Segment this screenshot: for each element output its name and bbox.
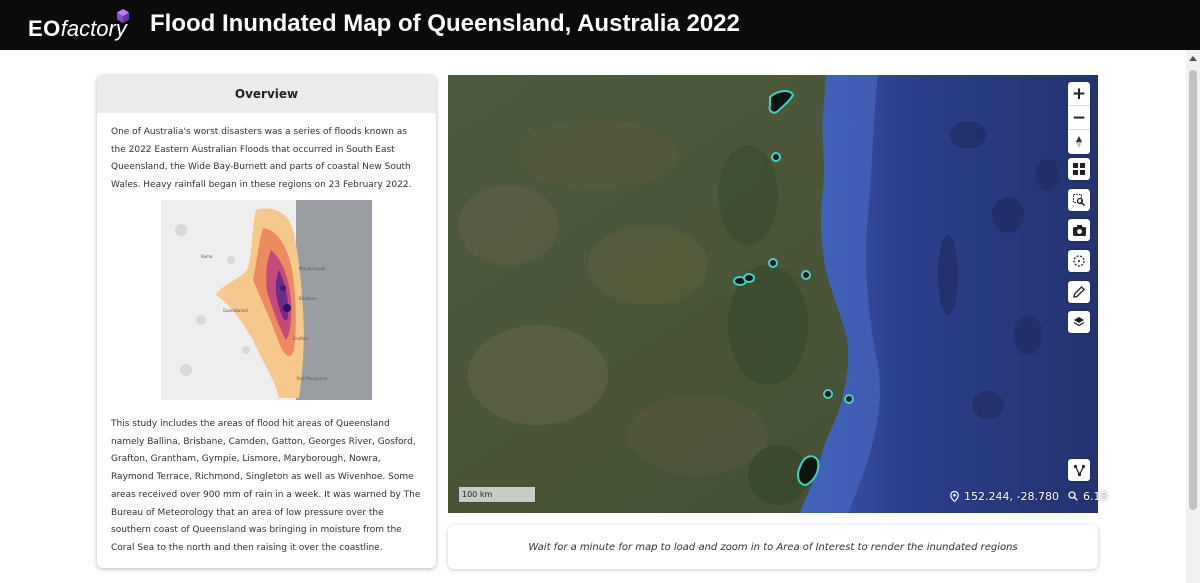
satellite-basemap[interactable]: [448, 75, 1098, 513]
eofactory-logo[interactable]: EO factory: [28, 9, 129, 42]
overview-paragraph-study: This study includes the areas of flood h…: [111, 419, 421, 553]
svg-text:Goondiwindi: Goondiwindi: [223, 308, 248, 313]
zoom-level-icon: [1068, 491, 1078, 501]
reset-north-button[interactable]: [1068, 130, 1090, 154]
scroll-thumb[interactable]: [1189, 70, 1197, 510]
flood-region-8[interactable]: [844, 394, 854, 404]
map-coordinates-readout: 152.244, -28.780 6.18: [950, 487, 1107, 505]
scale-label: 100 km: [462, 490, 493, 499]
svg-text:Brisbane: Brisbane: [299, 296, 317, 301]
overview-paragraph-intro: One of Australia's worst disasters was a…: [111, 127, 412, 191]
camera-icon: [1072, 224, 1086, 236]
page-scrollbar[interactable]: [1186, 50, 1200, 583]
screenshot-button[interactable]: [1068, 219, 1090, 241]
overview-panel: Overview One of Australia's worst disast…: [97, 75, 436, 568]
rainfall-map-image: Roma Goondiwindi Maryborough Brisbane Gr…: [161, 200, 372, 400]
layers-button[interactable]: [1068, 311, 1090, 333]
svg-text:Port Macquarie: Port Macquarie: [297, 376, 328, 381]
flood-region-2[interactable]: [771, 152, 781, 162]
loading-message-box: Wait for a minute for map to load and zo…: [448, 525, 1098, 569]
map-scale-bar: 100 km: [458, 487, 536, 503]
scroll-up-icon[interactable]: [1189, 56, 1197, 61]
loading-message: Wait for a minute for map to load and zo…: [528, 541, 1018, 553]
select-zoom-icon: [1073, 194, 1085, 206]
svg-text:Roma: Roma: [201, 254, 213, 259]
flood-region-5[interactable]: [743, 273, 755, 283]
zoom-level-value: 6.18: [1082, 489, 1108, 503]
area-zoom-button[interactable]: [1068, 189, 1090, 211]
plus-icon: +: [1071, 83, 1087, 104]
measure-button[interactable]: [1068, 250, 1090, 272]
app-header: EO factory Flood Inundated Map of Queensl…: [0, 0, 1200, 50]
flood-region-3[interactable]: [768, 258, 778, 268]
dashed-circle-icon: [1073, 255, 1085, 267]
flood-region-7[interactable]: [823, 389, 833, 399]
logo-text-bold: EO: [28, 16, 61, 41]
overview-heading: Overview: [97, 75, 436, 113]
svg-text:Maryborough: Maryborough: [299, 266, 326, 271]
compass-icon: [1076, 136, 1082, 148]
grid-icon: [1073, 163, 1085, 175]
coordinates-value: 152.244, -28.780: [964, 489, 1059, 503]
page-title: Flood Inundated Map of Queensland, Austr…: [150, 10, 740, 37]
zoom-control-group: + −: [1068, 82, 1090, 154]
zoom-in-button[interactable]: +: [1068, 82, 1090, 106]
svg-text:Grafton: Grafton: [293, 336, 309, 341]
route-button[interactable]: [1068, 459, 1090, 481]
minus-icon: −: [1071, 107, 1087, 128]
cube-logo-icon: [117, 9, 129, 23]
pencil-icon: [1073, 286, 1085, 298]
location-pin-icon: [950, 490, 959, 502]
basemap-gallery-button[interactable]: [1068, 158, 1090, 180]
zoom-out-button[interactable]: −: [1068, 106, 1090, 130]
flood-region-6[interactable]: [801, 270, 811, 280]
flood-map[interactable]: [448, 75, 1098, 513]
draw-button[interactable]: [1068, 281, 1090, 303]
layers-icon: [1073, 317, 1085, 327]
route-icon: [1073, 464, 1085, 476]
